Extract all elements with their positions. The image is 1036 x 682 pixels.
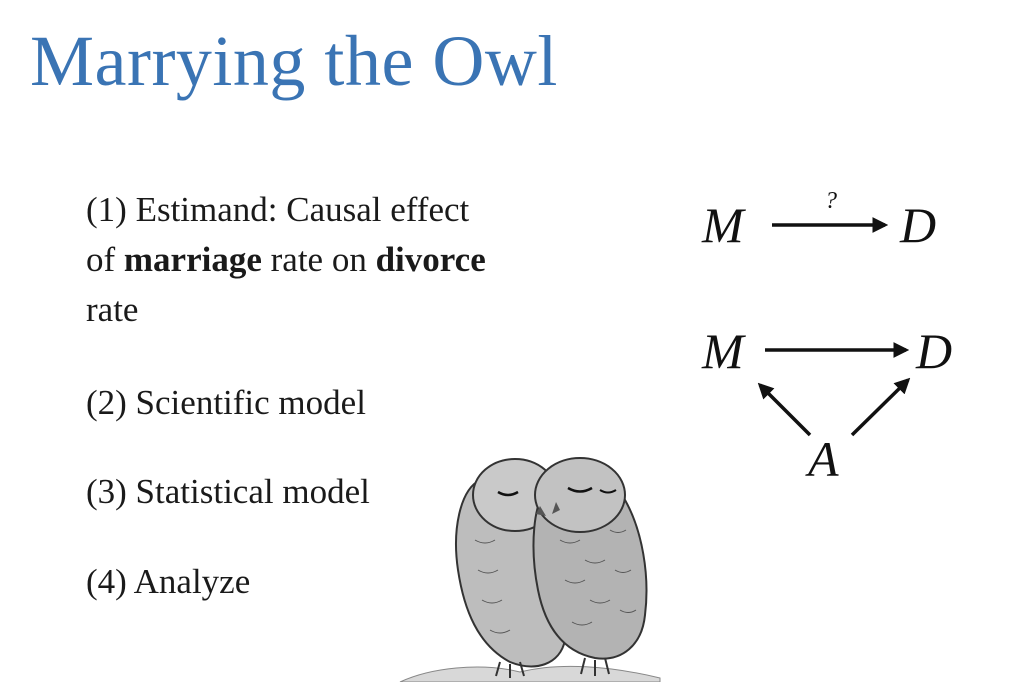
step-1-number: (1) <box>86 190 127 229</box>
step-1-text-a: Estimand: Causal effect <box>135 190 470 229</box>
step-1-text-b: of <box>86 240 124 279</box>
step-1-text-c: rate on <box>261 240 376 279</box>
step-1-estimand: (1) Estimand: Causal effect of marriage … <box>86 185 486 335</box>
step-4-analyze: (4) Analyze <box>86 562 251 601</box>
dag-bottom-node-m: M <box>701 323 746 379</box>
right-owl-head <box>534 457 626 533</box>
dag-top-edge-question-label: ? <box>825 188 837 214</box>
step-1-line-1: (1) Estimand: Causal effect <box>86 185 486 235</box>
dag-bottom-edge-a-d <box>850 377 911 437</box>
step-1-line-3: rate <box>86 290 139 329</box>
step-1-bold-divorce: divorce <box>375 240 486 279</box>
dag-bottom-node-d: D <box>915 323 952 379</box>
step-2-scientific-model: (2) Scientific model <box>86 383 366 422</box>
step-3-statistical-model: (3) Statistical model <box>86 472 370 511</box>
step-1-line-2: of marriage rate on divorce <box>86 235 486 285</box>
dag-top-node-m: M <box>701 197 746 253</box>
dag-bottom-edge-a-m <box>757 382 812 437</box>
slide-title: Marrying the Owl <box>30 21 558 101</box>
owls-illustration <box>399 457 661 682</box>
step-1-bold-marriage: marriage <box>123 240 262 279</box>
branch-shape <box>399 665 661 682</box>
dag-top-node-d: D <box>899 197 936 253</box>
